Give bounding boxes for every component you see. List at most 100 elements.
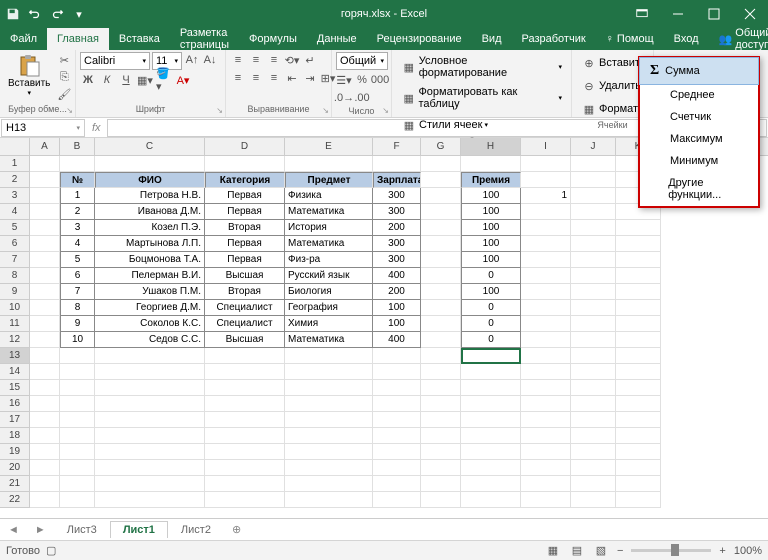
cell-J9[interactable] [571, 284, 616, 300]
cell-D11[interactable]: Специалист [205, 316, 285, 332]
cell-F10[interactable]: 100 [373, 300, 421, 316]
cell-E15[interactable] [285, 380, 373, 396]
font-launcher-icon[interactable]: ↘ [216, 106, 223, 115]
cell-D19[interactable] [205, 444, 285, 460]
cell-C6[interactable]: Мартынова Л.П. [95, 236, 205, 252]
number-launcher-icon[interactable]: ↘ [382, 106, 389, 115]
maximize-icon[interactable] [696, 0, 732, 28]
cell-B11[interactable]: 9 [60, 316, 95, 332]
cell-F4[interactable]: 300 [373, 204, 421, 220]
cell-J2[interactable] [571, 172, 616, 188]
cell-A7[interactable] [30, 252, 60, 268]
cell-D6[interactable]: Первая [205, 236, 285, 252]
currency-icon[interactable]: ☰▾ [336, 72, 352, 88]
cell-F1[interactable] [373, 156, 421, 172]
row-header-13[interactable]: 13 [0, 348, 30, 364]
cell-E6[interactable]: Математика [285, 236, 373, 252]
cell-A13[interactable] [30, 348, 60, 364]
cell-A12[interactable] [30, 332, 60, 348]
cell-C19[interactable] [95, 444, 205, 460]
cell-G15[interactable] [421, 380, 461, 396]
cell-C4[interactable]: Иванова Д.М. [95, 204, 205, 220]
close-icon[interactable] [732, 0, 768, 28]
cell-A15[interactable] [30, 380, 60, 396]
cell-F16[interactable] [373, 396, 421, 412]
cell-H1[interactable] [461, 156, 521, 172]
row-header-14[interactable]: 14 [0, 364, 30, 380]
cell-E21[interactable] [285, 476, 373, 492]
cell-B13[interactable] [60, 348, 95, 364]
cell-K9[interactable] [616, 284, 661, 300]
new-sheet-icon[interactable]: ⊕ [224, 523, 249, 536]
row-header-6[interactable]: 6 [0, 236, 30, 252]
cell-H18[interactable] [461, 428, 521, 444]
col-header-G[interactable]: G [421, 138, 461, 155]
cell-E18[interactable] [285, 428, 373, 444]
tab-view[interactable]: Вид [472, 28, 512, 50]
row-header-18[interactable]: 18 [0, 428, 30, 444]
cell-A18[interactable] [30, 428, 60, 444]
cell-A2[interactable] [30, 172, 60, 188]
cell-I13[interactable] [521, 348, 571, 364]
cell-J20[interactable] [571, 460, 616, 476]
cell-E20[interactable] [285, 460, 373, 476]
underline-icon[interactable]: Ч [118, 72, 134, 88]
cell-C20[interactable] [95, 460, 205, 476]
cell-H4[interactable]: 100 [461, 204, 521, 220]
cell-F17[interactable] [373, 412, 421, 428]
cell-C22[interactable] [95, 492, 205, 508]
italic-icon[interactable]: К [99, 72, 115, 88]
row-header-3[interactable]: 3 [0, 188, 30, 204]
cell-I22[interactable] [521, 492, 571, 508]
cell-J10[interactable] [571, 300, 616, 316]
tab-file[interactable]: Файл [0, 28, 47, 50]
dropdown-average[interactable]: Среднее [640, 84, 758, 106]
cell-H19[interactable] [461, 444, 521, 460]
cell-A16[interactable] [30, 396, 60, 412]
cell-J16[interactable] [571, 396, 616, 412]
cell-K13[interactable] [616, 348, 661, 364]
dropdown-sum[interactable]: ΣСумма [639, 57, 759, 85]
cell-J14[interactable] [571, 364, 616, 380]
cell-J7[interactable] [571, 252, 616, 268]
increase-font-icon[interactable]: A↑ [184, 52, 200, 68]
cell-H17[interactable] [461, 412, 521, 428]
tab-home[interactable]: Главная [47, 28, 109, 50]
cell-K8[interactable] [616, 268, 661, 284]
cell-A3[interactable] [30, 188, 60, 204]
cell-G8[interactable] [421, 268, 461, 284]
cell-E10[interactable]: География [285, 300, 373, 316]
cell-F20[interactable] [373, 460, 421, 476]
dropdown-min[interactable]: Минимум [640, 150, 758, 172]
cell-D9[interactable]: Вторая [205, 284, 285, 300]
cell-C7[interactable]: Боцмонова Т.А. [95, 252, 205, 268]
tab-data[interactable]: Данные [307, 28, 367, 50]
cell-A8[interactable] [30, 268, 60, 284]
col-header-C[interactable]: C [95, 138, 205, 155]
row-header-5[interactable]: 5 [0, 220, 30, 236]
tab-review[interactable]: Рецензирование [367, 28, 472, 50]
cell-I20[interactable] [521, 460, 571, 476]
cell-B18[interactable] [60, 428, 95, 444]
cell-I12[interactable] [521, 332, 571, 348]
cell-B22[interactable] [60, 492, 95, 508]
cell-H7[interactable]: 100 [461, 252, 521, 268]
increase-decimal-icon[interactable]: .0→ [336, 90, 352, 106]
cell-E8[interactable]: Русский язык [285, 268, 373, 284]
cell-G17[interactable] [421, 412, 461, 428]
cell-A1[interactable] [30, 156, 60, 172]
cell-A4[interactable] [30, 204, 60, 220]
cell-I8[interactable] [521, 268, 571, 284]
cell-B17[interactable] [60, 412, 95, 428]
align-middle-icon[interactable]: ≡ [248, 52, 264, 68]
cell-B14[interactable] [60, 364, 95, 380]
cell-F8[interactable]: 400 [373, 268, 421, 284]
row-header-21[interactable]: 21 [0, 476, 30, 492]
cell-E7[interactable]: Физ-ра [285, 252, 373, 268]
cell-H14[interactable] [461, 364, 521, 380]
cell-H10[interactable]: 0 [461, 300, 521, 316]
cell-F2[interactable]: Зарплата [373, 172, 421, 188]
zoom-level[interactable]: 100% [734, 545, 762, 557]
cell-I16[interactable] [521, 396, 571, 412]
sheet-nav-prev-icon[interactable]: ◄ [0, 524, 27, 536]
